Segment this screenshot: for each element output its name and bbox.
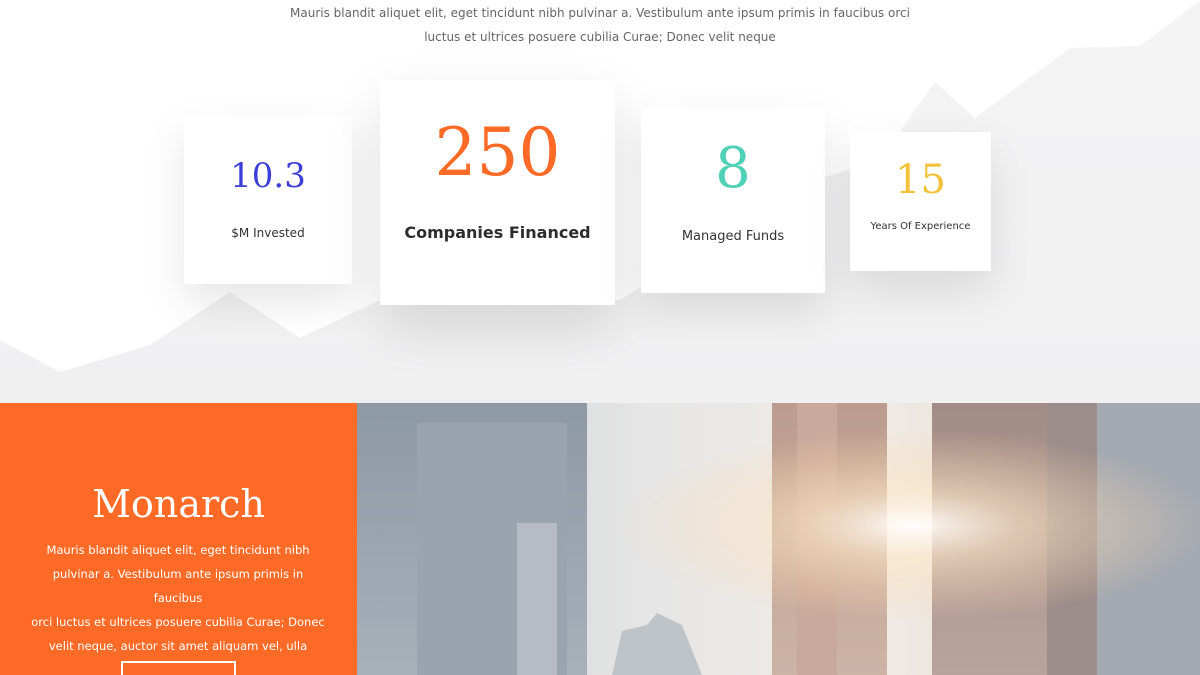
stat-card-experience: 15 Years Of Experience [850,132,991,271]
monarch-description-line: orci luctus et ultrices posuere cubilia … [31,615,325,629]
stat-label: Managed Funds [681,229,785,244]
stat-card-invested: 10.3 $M Invested [184,116,352,284]
city-skyline-image [357,403,1200,675]
monarch-description-line: pulvinar a. Vestibulum ante ipsum primis… [52,567,304,605]
monarch-description-line: velit neque, auctor sit amet aliquam vel… [48,639,308,653]
monarch-description: Mauris blandit aliquet elit, eget tincid… [28,538,328,658]
monarch-title: Monarch [92,482,265,526]
stat-label: Companies Financed [404,223,591,242]
stat-label: Years Of Experience [870,221,971,232]
stat-value: 8 [715,136,751,201]
monarch-cta-button[interactable] [121,661,236,675]
intro-line: luctus et ultrices posuere cubilia Curae… [424,30,776,44]
monarch-description-line: Mauris blandit aliquet elit, eget tincid… [46,543,310,557]
stats-section: Mauris blandit aliquet elit, eget tincid… [0,0,1200,403]
stat-card-companies: 250 Companies Financed [380,80,615,305]
stat-value: 15 [895,157,946,203]
stat-value: 250 [434,114,561,191]
stat-label: $M Invested [231,226,305,240]
monarch-panel: Monarch Mauris blandit aliquet elit, ege… [0,403,357,675]
stat-card-funds: 8 Managed Funds [641,108,825,293]
stat-value: 10.3 [230,156,306,196]
intro-paragraph: Mauris blandit aliquet elit, eget tincid… [250,1,950,49]
intro-line: Mauris blandit aliquet elit, eget tincid… [290,6,910,20]
